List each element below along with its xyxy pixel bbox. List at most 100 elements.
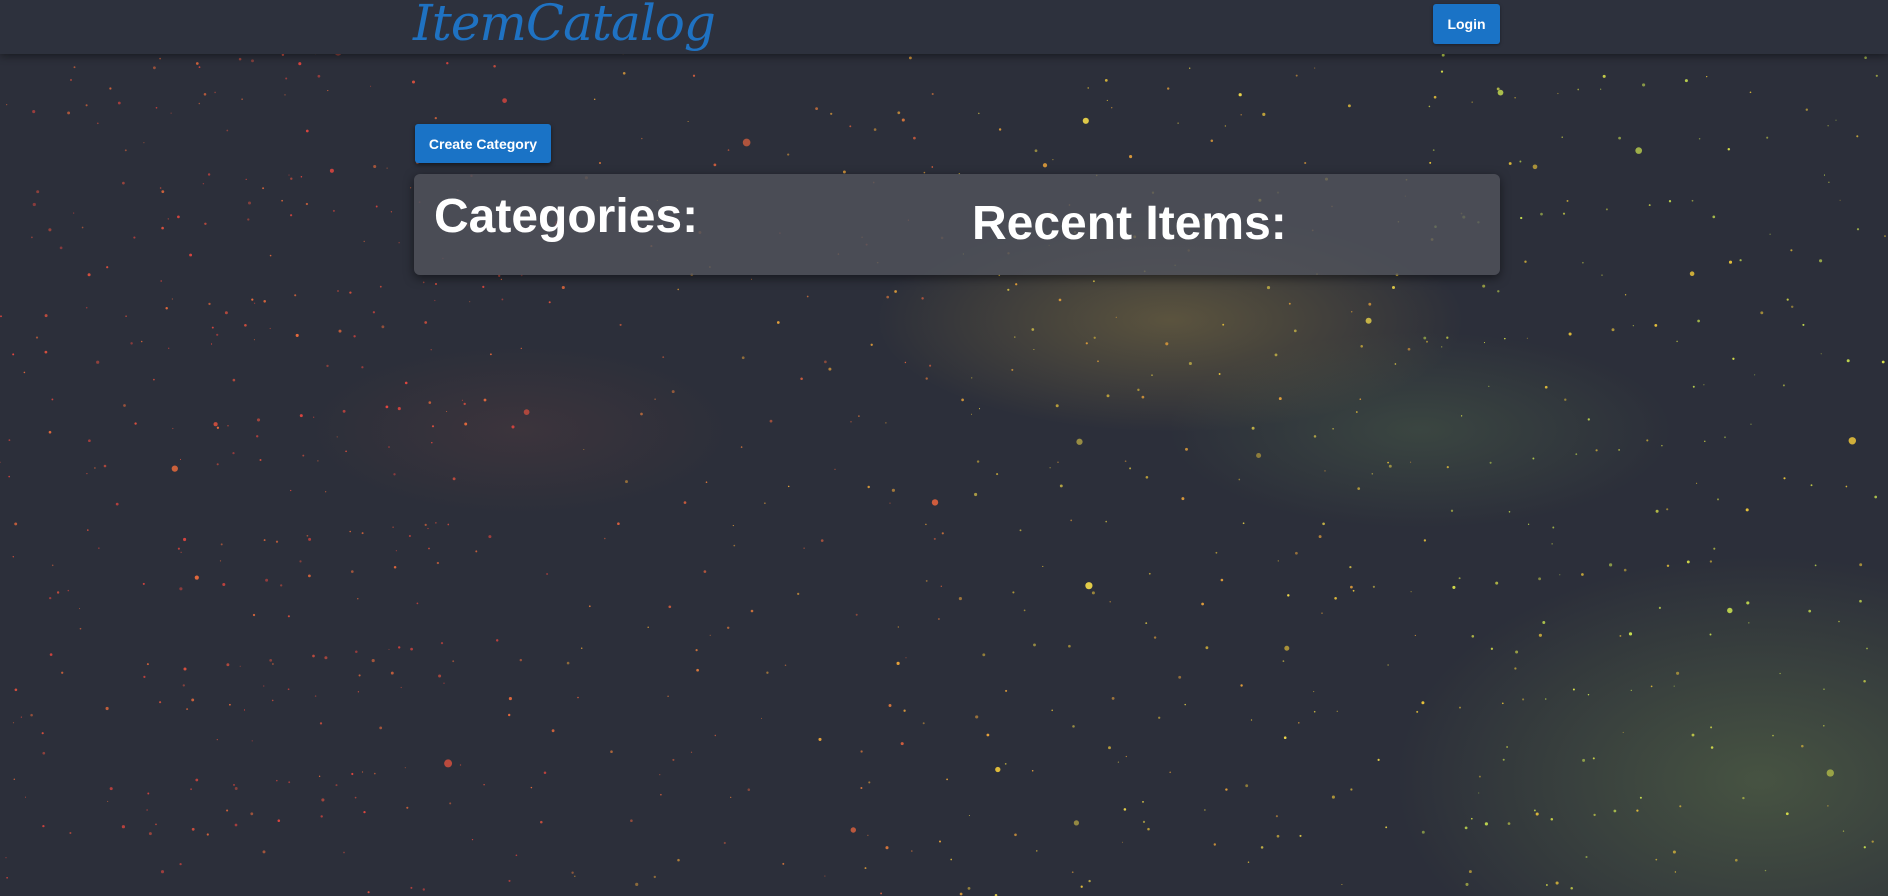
star	[1490, 647, 1494, 650]
star	[109, 87, 112, 90]
star	[1185, 447, 1188, 451]
star	[133, 236, 136, 239]
star	[828, 367, 832, 371]
star	[1654, 324, 1658, 327]
star	[580, 647, 583, 650]
login-button[interactable]: Login	[1433, 4, 1500, 44]
brand-logo[interactable]: ItemCatalog	[413, 0, 716, 52]
star	[1387, 664, 1389, 666]
star	[351, 772, 354, 776]
star	[604, 537, 606, 540]
star	[1655, 858, 1658, 861]
star	[475, 550, 478, 553]
star	[782, 862, 785, 865]
star	[1129, 467, 1132, 470]
star	[1595, 449, 1598, 452]
star	[290, 489, 292, 492]
star	[1014, 336, 1016, 338]
star	[1350, 788, 1353, 791]
star	[982, 653, 986, 657]
star	[61, 671, 64, 674]
star	[285, 77, 288, 80]
star	[860, 750, 863, 753]
star	[1049, 467, 1051, 469]
star	[1458, 577, 1461, 580]
star	[897, 111, 901, 115]
star	[398, 242, 400, 244]
star	[239, 665, 241, 667]
star	[1557, 92, 1559, 95]
star	[288, 174, 290, 176]
star	[958, 597, 962, 601]
star	[244, 323, 247, 327]
star	[171, 298, 174, 300]
star	[730, 796, 732, 798]
star	[31, 236, 33, 239]
star	[1331, 795, 1335, 799]
star	[959, 892, 963, 896]
star	[1568, 332, 1572, 336]
star	[617, 522, 620, 526]
star	[1864, 56, 1867, 59]
star	[1188, 361, 1192, 366]
star	[574, 875, 576, 878]
star	[1220, 578, 1224, 582]
star	[134, 422, 137, 425]
star	[867, 485, 870, 489]
star	[1421, 830, 1425, 834]
star	[1601, 274, 1603, 276]
star	[314, 695, 317, 697]
star	[20, 716, 23, 718]
star	[14, 522, 18, 526]
star	[1314, 67, 1316, 69]
star	[1322, 522, 1325, 526]
star	[319, 722, 323, 725]
star	[1334, 596, 1337, 600]
star	[1245, 784, 1249, 788]
star	[204, 222, 207, 226]
star	[12, 556, 15, 558]
create-category-button[interactable]: Create Category	[415, 124, 551, 163]
star	[1790, 249, 1793, 252]
star	[1709, 633, 1712, 636]
star	[1145, 622, 1148, 624]
star	[190, 788, 192, 791]
star	[1349, 565, 1352, 569]
star	[1121, 841, 1124, 843]
star	[1141, 395, 1145, 399]
star	[692, 74, 696, 77]
star	[1153, 636, 1157, 639]
star	[48, 228, 52, 232]
star	[124, 149, 127, 152]
star	[696, 668, 699, 672]
star	[1471, 817, 1473, 820]
star	[1742, 796, 1745, 800]
star	[733, 544, 736, 547]
star	[1527, 523, 1530, 525]
star	[349, 530, 351, 533]
star	[1570, 886, 1573, 890]
star	[1446, 466, 1449, 469]
star	[687, 120, 689, 123]
star	[897, 626, 899, 628]
star	[227, 425, 229, 427]
star	[226, 129, 229, 132]
star	[1080, 885, 1083, 888]
star	[873, 128, 877, 131]
star	[147, 792, 150, 795]
star	[177, 547, 180, 550]
star	[1478, 775, 1481, 778]
star	[1750, 423, 1752, 425]
star	[622, 71, 626, 75]
star	[1108, 746, 1111, 750]
star	[583, 448, 585, 451]
star	[224, 311, 228, 315]
star	[222, 582, 226, 587]
star	[1072, 725, 1075, 728]
star	[1704, 440, 1706, 442]
star	[211, 326, 214, 329]
star	[925, 377, 928, 380]
star	[44, 350, 48, 354]
star	[1496, 87, 1500, 91]
star	[393, 566, 397, 569]
